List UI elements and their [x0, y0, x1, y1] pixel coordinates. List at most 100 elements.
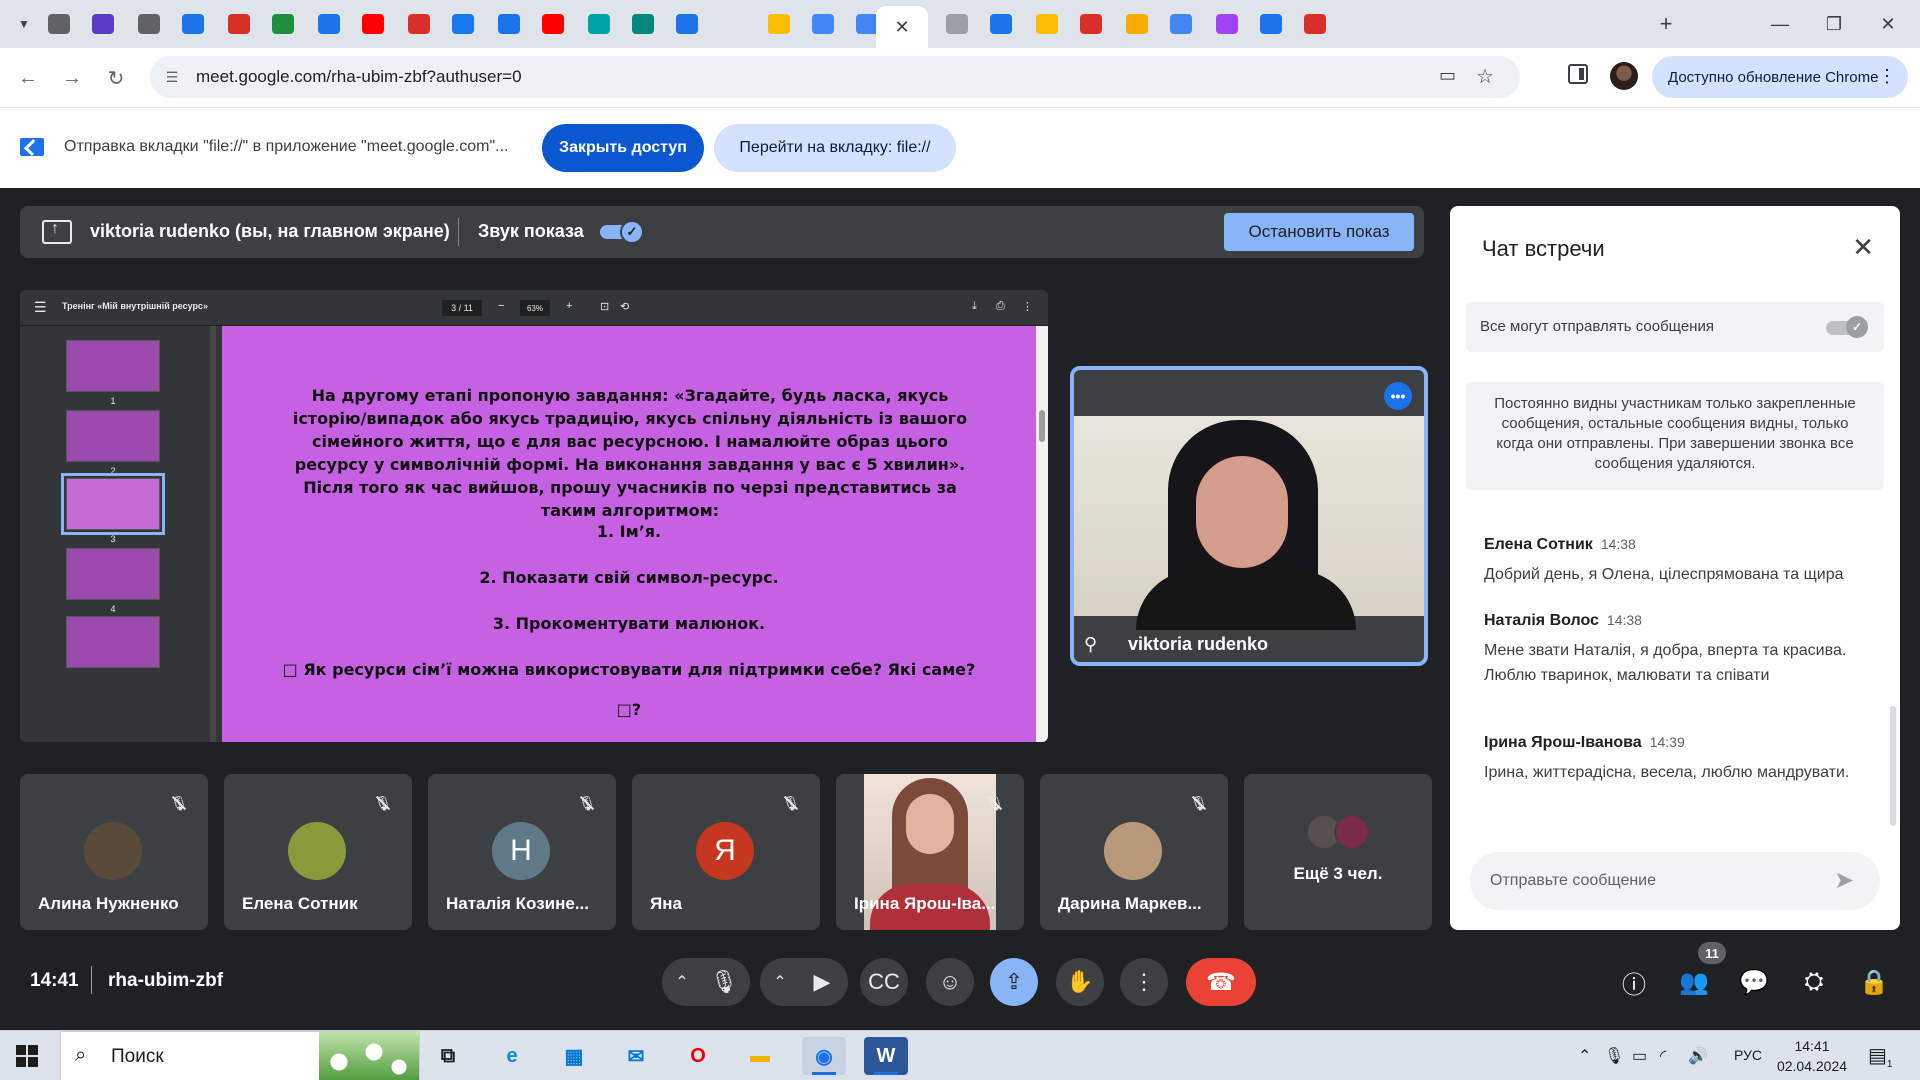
volume-icon[interactable]: 🔊 — [1688, 1046, 1708, 1066]
target-icon[interactable] — [318, 14, 340, 34]
url-text[interactable]: meet.google.com/rha-ubim-zbf?authuser=0 — [196, 67, 522, 87]
minimize-icon[interactable]: — — [1760, 10, 1800, 38]
shield-icon[interactable] — [92, 14, 114, 34]
participant-tile[interactable]: 🎙 Дарина Маркев... — [1040, 774, 1228, 930]
globe-icon[interactable] — [138, 14, 160, 34]
reload-icon[interactable]: ↻ — [102, 64, 130, 92]
notification-center-icon[interactable]: ▤1 — [1868, 1043, 1892, 1070]
pin-icon[interactable]: ⚲ — [1084, 634, 1097, 655]
screen-icon[interactable] — [1260, 14, 1282, 34]
send-icon[interactable]: ➤ — [1834, 866, 1854, 895]
back-arrow-icon[interactable]: ← — [14, 64, 42, 92]
chrome-update-button[interactable]: Доступно обновление Chrome ⋮ — [1652, 56, 1908, 98]
gmail-icon[interactable] — [408, 14, 430, 34]
heart-icon[interactable] — [228, 14, 250, 34]
youtube-icon[interactable] — [362, 14, 384, 34]
gmail-icon[interactable] — [1304, 14, 1326, 34]
taskbar-search[interactable]: ⌕ Поиск — [60, 1031, 420, 1080]
stop-presenting-button[interactable]: Остановить показ — [1224, 213, 1414, 251]
host-controls-icon[interactable]: 🔒 — [1854, 962, 1894, 1002]
wifi-icon[interactable]: ◜ — [1660, 1046, 1666, 1066]
store-icon[interactable]: ▦ — [552, 1037, 596, 1075]
window-close-icon[interactable]: ✕ — [1868, 10, 1908, 38]
snowflake-icon[interactable] — [990, 14, 1012, 34]
stop-sharing-button[interactable]: Закрыть доступ — [542, 124, 704, 172]
facebook-icon[interactable] — [452, 14, 474, 34]
docs-icon[interactable] — [856, 14, 878, 34]
camera-icon[interactable]: ▶ — [798, 958, 846, 1006]
chat-message: Ірина Ярош-Іванова 14:39 Ірина, життєрадіс… — [1484, 734, 1864, 785]
drive-icon[interactable] — [768, 14, 790, 34]
google-icon[interactable] — [1170, 14, 1192, 34]
captions-icon[interactable]: CC — [860, 958, 908, 1006]
presenter-video-tile[interactable]: ••• ⚲ viktoria rudenko — [1070, 366, 1428, 666]
target-icon[interactable] — [946, 14, 968, 34]
chat-scrollbar[interactable] — [1890, 706, 1896, 826]
youtube-icon[interactable] — [542, 14, 564, 34]
address-bar[interactable]: ☰ meet.google.com/rha-ubim-zbf?authuser=… — [150, 56, 1520, 98]
participant-tile[interactable]: 🎙 Елена Сотник — [224, 774, 412, 930]
audio-options-chevron-icon[interactable]: ⌃ — [666, 958, 698, 1006]
participant-tile[interactable]: Н 🎙 Наталія Козине... — [428, 774, 616, 930]
c-icon[interactable] — [588, 14, 610, 34]
camera-in-use-icon[interactable]: ▭ — [1439, 65, 1456, 86]
share-audio-toggle[interactable]: ✓ — [600, 220, 644, 244]
bell-icon[interactable] — [1126, 14, 1148, 34]
emoji-icon[interactable]: ☺ — [926, 958, 974, 1006]
video-options-chevron-icon[interactable]: ⌃ — [764, 958, 796, 1006]
microphone-icon[interactable]: 🎙 — [700, 958, 748, 1006]
bookmark-star-icon[interactable]: ☆ — [1476, 64, 1494, 89]
bookmark-icon[interactable] — [182, 14, 204, 34]
chrome-menu-icon[interactable]: ⋮ — [1878, 66, 1896, 87]
tab-search-chevron-icon[interactable]: ▼ — [10, 12, 38, 36]
chat-message-input[interactable] — [1470, 852, 1880, 910]
chat-permission-toggle[interactable]: ✓ — [1826, 316, 1870, 338]
docs-icon[interactable] — [812, 14, 834, 34]
active-tab-close-icon[interactable]: ✕ — [876, 6, 928, 48]
tile-more-options-icon[interactable]: ••• — [1384, 382, 1412, 410]
tray-microphone-icon[interactable]: 🎙 — [1604, 1046, 1624, 1066]
present-screen-icon[interactable]: ⇪ — [990, 958, 1038, 1006]
tray-chevron-icon[interactable]: ⌃ — [1578, 1046, 1591, 1066]
chat-icon[interactable] — [1216, 14, 1238, 34]
meet-icon[interactable] — [632, 14, 654, 34]
restore-icon[interactable]: ❐ — [1814, 10, 1854, 38]
new-tab-plus-icon[interactable]: + — [1652, 10, 1680, 38]
gmail-icon[interactable] — [1080, 14, 1102, 34]
chrome-taskbar-icon[interactable]: ◉ — [802, 1037, 846, 1075]
participant-tile[interactable]: Я 🎙 Яна — [632, 774, 820, 930]
calendar-icon[interactable] — [676, 14, 698, 34]
screen-share-icon — [20, 138, 44, 156]
profile-avatar[interactable] — [1610, 62, 1638, 90]
battery-icon[interactable]: ▭ — [1632, 1046, 1647, 1066]
input-language[interactable]: РУС — [1734, 1047, 1762, 1063]
chat-sender: Наталія Волос — [1484, 612, 1599, 629]
record-icon[interactable] — [498, 14, 520, 34]
meeting-info-icon[interactable]: ⓘ — [1614, 962, 1654, 1002]
people-icon[interactable]: 👥 — [1674, 962, 1714, 1002]
go-to-shared-tab-button[interactable]: Перейти на вкладку: file:// — [714, 124, 956, 172]
word-icon[interactable]: W — [864, 1037, 908, 1075]
forward-arrow-icon[interactable]: → — [58, 64, 86, 92]
edge-icon[interactable]: e — [490, 1037, 534, 1075]
windows-start-icon[interactable] — [16, 1045, 38, 1067]
raise-hand-icon[interactable]: ✋ — [1056, 958, 1104, 1006]
side-panel-icon[interactable] — [1568, 64, 1588, 84]
more-options-icon[interactable]: ⋮ — [1120, 958, 1168, 1006]
site-info-icon[interactable]: ☰ — [162, 67, 182, 87]
chrome-icon[interactable] — [48, 14, 70, 34]
close-chat-icon[interactable]: ✕ — [1852, 232, 1874, 263]
file-explorer-icon[interactable]: ▬ — [738, 1037, 782, 1075]
sheets-icon[interactable] — [272, 14, 294, 34]
taskbar-clock[interactable]: 14:41 02.04.2024 — [1772, 1036, 1852, 1076]
doc-icon[interactable] — [1036, 14, 1058, 34]
participant-tile[interactable]: 🎙 Ірина Ярош-Іва... — [836, 774, 1024, 930]
opera-icon[interactable]: O — [676, 1037, 720, 1075]
chat-icon[interactable]: 💬 — [1734, 962, 1774, 1002]
activities-icon[interactable]: ⛭ — [1794, 962, 1834, 1002]
leave-call-icon[interactable]: ☎ — [1186, 958, 1256, 1006]
task-view-icon[interactable]: ⧉ — [426, 1037, 470, 1075]
participant-tile[interactable]: 🎙 Алина Нужненко — [20, 774, 208, 930]
more-participants-tile[interactable]: Ещё 3 чел. — [1244, 774, 1432, 930]
mail-icon[interactable]: ✉ — [614, 1037, 658, 1075]
